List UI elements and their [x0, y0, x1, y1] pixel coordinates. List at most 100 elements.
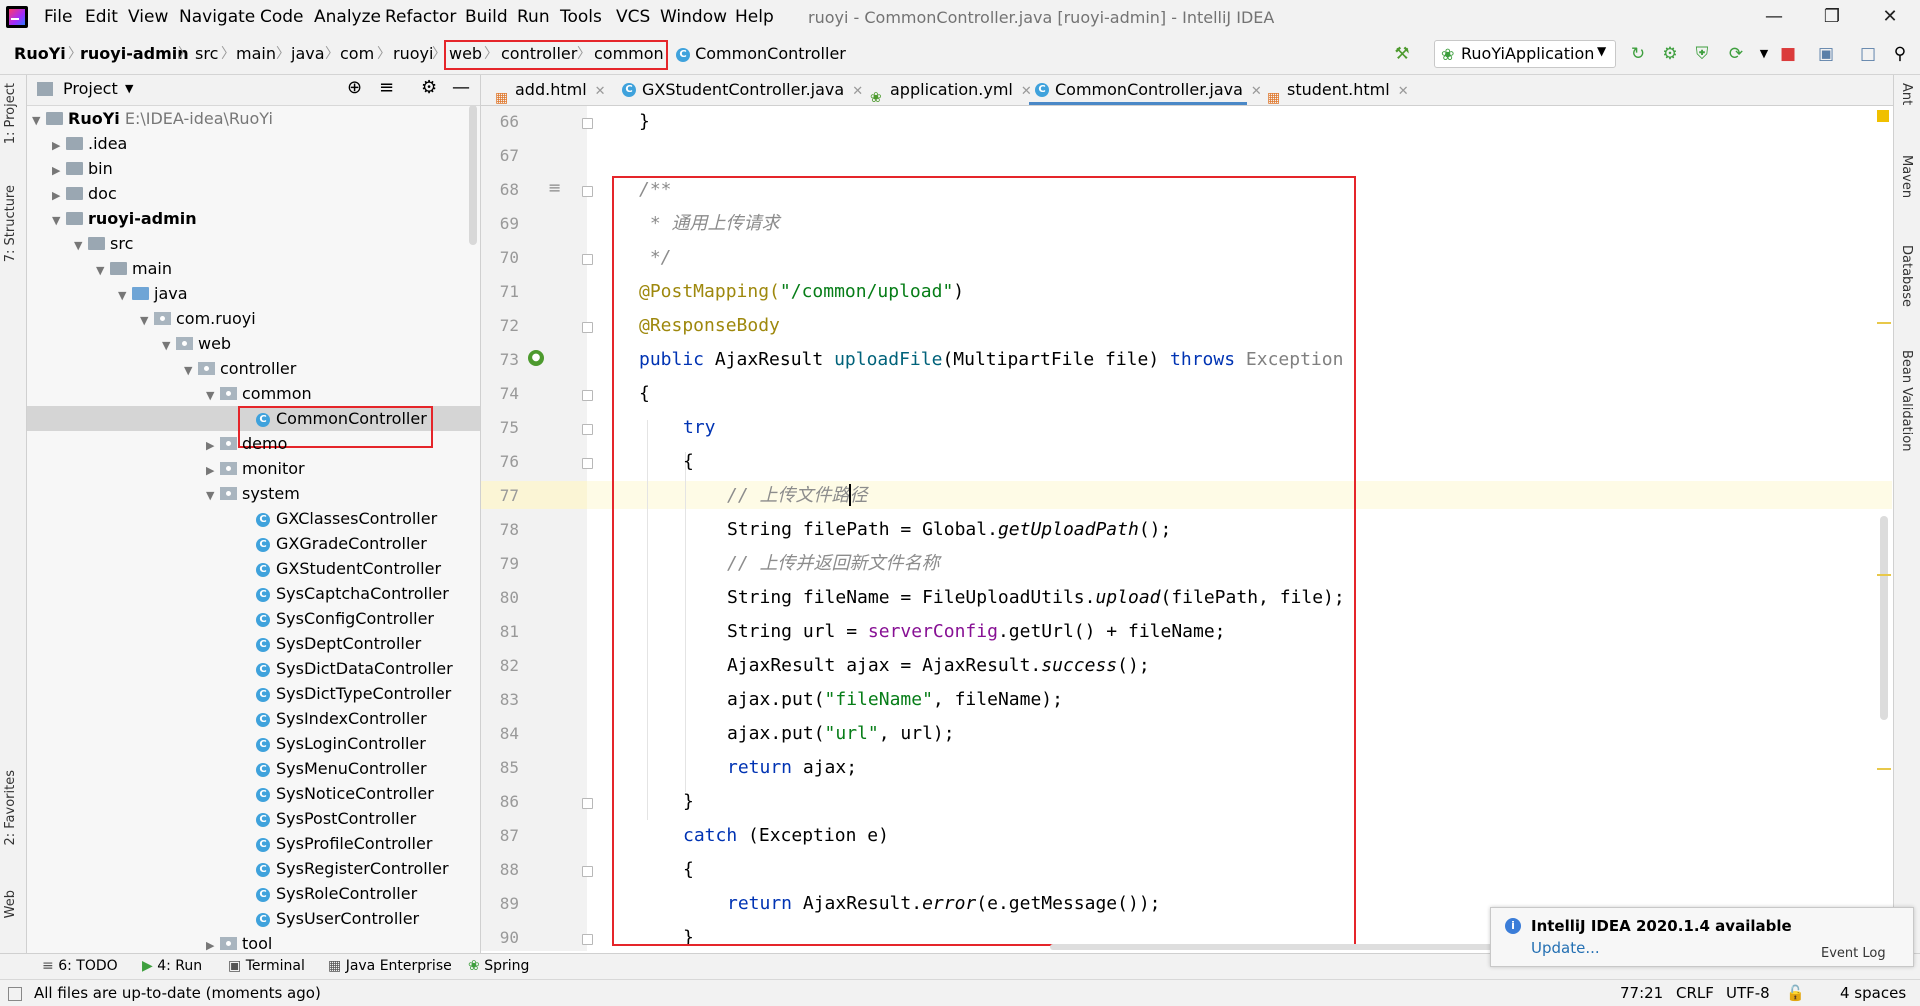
tree-node-class[interactable]: C SysDictDataController: [256, 656, 453, 681]
tree-node-class[interactable]: C SysRoleController: [256, 881, 417, 906]
line-separator[interactable]: CRLF: [1676, 984, 1714, 1002]
tree-node-bin[interactable]: ▶ bin: [52, 156, 113, 181]
chevron-down-icon[interactable]: ▼: [1754, 44, 1774, 64]
tool-tab-maven[interactable]: Maven: [1899, 155, 1914, 198]
minimize-icon[interactable]: —: [1754, 4, 1794, 30]
build-hammer-icon[interactable]: ⚒: [1392, 44, 1412, 64]
tree-node-class[interactable]: C SysUserController: [256, 906, 419, 931]
tree-node-class[interactable]: C SysPostController: [256, 806, 416, 831]
warning-indicator-icon[interactable]: [1877, 110, 1889, 122]
tool-tab-favorites[interactable]: 2: Favorites: [3, 770, 18, 846]
update-link[interactable]: Update...: [1531, 939, 1600, 957]
file-encoding[interactable]: UTF-8: [1726, 984, 1770, 1002]
close-tab-icon[interactable]: ✕: [595, 84, 606, 99]
tool-tab-java-enterprise[interactable]: ▦ Java Enterprise: [328, 958, 452, 974]
profile-icon[interactable]: ⟳: [1726, 44, 1746, 64]
fold-marker-icon[interactable]: [582, 458, 593, 469]
tree-node-class[interactable]: C SysCaptchaController: [256, 581, 449, 606]
close-tab-icon[interactable]: ✕: [852, 84, 863, 99]
tab-student-html[interactable]: ▦ student.html ✕: [1261, 75, 1409, 106]
lock-icon[interactable]: 🔓: [1786, 984, 1805, 1002]
menu-window[interactable]: Window: [660, 7, 727, 27]
fold-marker-icon[interactable]: [582, 424, 593, 435]
tree-node-ruoyi[interactable]: ▼ RuoYi E:\IDEA-idea\RuoYi: [32, 106, 273, 131]
tool-tab-terminal[interactable]: ▣ Terminal: [228, 958, 305, 974]
status-message[interactable]: All files are up-to-date (moments ago): [34, 984, 321, 1002]
tab-add-html[interactable]: ▦ add.html ✕: [489, 75, 606, 106]
project-structure-icon[interactable]: ▣: [1816, 44, 1836, 64]
fold-marker-icon[interactable]: [582, 322, 593, 333]
menu-navigate[interactable]: Navigate: [179, 7, 255, 27]
menu-help[interactable]: Help: [735, 7, 774, 27]
tool-tab-bean-validation[interactable]: Bean Validation: [1899, 350, 1914, 451]
collapse-all-icon[interactable]: ≡: [379, 77, 394, 98]
menu-file[interactable]: File: [44, 7, 72, 27]
breadcrumb-ruoyi-pkg[interactable]: ruoyi: [393, 44, 433, 63]
menu-refactor[interactable]: Refactor: [385, 7, 456, 27]
tree-node-controller[interactable]: ▼ controller: [184, 356, 296, 381]
editor-vertical-scrollbar[interactable]: [1880, 516, 1888, 720]
fold-marker-icon[interactable]: [582, 118, 593, 129]
menu-build[interactable]: Build: [465, 7, 508, 27]
search-icon[interactable]: ⚲: [1890, 44, 1910, 64]
run-configuration-select[interactable]: ❀ RuoYiApplication ▼: [1434, 40, 1616, 68]
fold-marker-icon[interactable]: [582, 254, 593, 265]
tool-tab-ant[interactable]: Ant: [1899, 83, 1914, 105]
toggle-window-icon[interactable]: □: [1858, 44, 1878, 64]
fold-marker-icon[interactable]: [582, 866, 593, 877]
tree-node-ruoyi-admin[interactable]: ▼ ruoyi-admin: [52, 206, 197, 231]
rerun-icon[interactable]: ↻: [1628, 44, 1648, 64]
tool-tab-structure[interactable]: 7: Structure: [3, 185, 18, 262]
error-stripe-mark[interactable]: [1877, 574, 1891, 576]
tree-node-com-ruoyi[interactable]: ▼ com.ruoyi: [140, 306, 256, 331]
tree-node-class[interactable]: C SysRegisterController: [256, 856, 449, 881]
code-line-66[interactable]: }: [639, 110, 650, 134]
restore-icon[interactable]: ❐: [1812, 4, 1852, 30]
status-toggle-icon[interactable]: [8, 987, 22, 1001]
tool-tab-project[interactable]: 1: Project: [3, 83, 18, 144]
breadcrumb-main[interactable]: main: [236, 44, 276, 63]
tree-node-class[interactable]: C GXClassesController: [256, 506, 437, 531]
tool-tab-todo[interactable]: ≡ 6: TODO: [42, 958, 118, 974]
tree-node-doc[interactable]: ▶ doc: [52, 181, 117, 206]
event-log-button[interactable]: Event Log: [1821, 946, 1886, 961]
breadcrumb-src[interactable]: src: [195, 44, 218, 63]
tree-node-system[interactable]: ▼ system: [206, 481, 300, 506]
tree-node-java[interactable]: ▼ java: [118, 281, 188, 306]
tree-node-class[interactable]: C SysLoginController: [256, 731, 426, 756]
tree-node-class[interactable]: C SysConfigController: [256, 606, 434, 631]
locate-icon[interactable]: ⊕: [347, 77, 362, 98]
close-icon[interactable]: ✕: [1870, 4, 1910, 30]
tree-node-class[interactable]: C SysMenuController: [256, 756, 427, 781]
menu-analyze[interactable]: Analyze: [314, 7, 381, 27]
breadcrumb-com[interactable]: com: [340, 44, 374, 63]
tree-node-monitor[interactable]: ▶ monitor: [206, 456, 305, 481]
tree-node-class[interactable]: C SysProfileController: [256, 831, 432, 856]
menu-edit[interactable]: Edit: [85, 7, 118, 27]
hide-panel-icon[interactable]: —: [452, 77, 470, 98]
tree-node-class[interactable]: C GXStudentController: [256, 556, 441, 581]
breadcrumb-ruoyi-admin[interactable]: ruoyi-admin: [80, 44, 189, 63]
tree-node-common[interactable]: ▼ common: [206, 381, 312, 406]
project-panel-title[interactable]: Project: [63, 79, 118, 98]
gear-icon[interactable]: ⚙: [421, 77, 437, 98]
tree-node-web[interactable]: ▼ web: [162, 331, 231, 356]
tool-tab-spring[interactable]: ❀ Spring: [468, 958, 529, 974]
chevron-down-icon[interactable]: ▼: [125, 82, 133, 95]
tree-node-class[interactable]: C SysNoticeController: [256, 781, 434, 806]
breadcrumb-commoncontroller[interactable]: C CommonController: [676, 44, 846, 63]
tree-node-class[interactable]: C GXGradeController: [256, 531, 427, 556]
indent-setting[interactable]: 4 spaces: [1840, 984, 1906, 1002]
tab-gxstudentcontroller[interactable]: C GXStudentController.java ✕: [616, 75, 863, 105]
tab-application-yml[interactable]: ❀ application.yml ✕: [864, 75, 1032, 106]
fold-marker-icon[interactable]: [582, 798, 593, 809]
fold-marker-icon[interactable]: [582, 186, 593, 197]
tree-scrollbar[interactable]: [469, 105, 477, 245]
menu-view[interactable]: View: [128, 7, 168, 27]
doc-render-icon[interactable]: ≡: [548, 178, 561, 197]
spring-mapping-icon[interactable]: ●: [528, 350, 544, 366]
tree-node-main[interactable]: ▼ main: [96, 256, 172, 281]
menu-tools[interactable]: Tools: [560, 7, 602, 27]
tree-node-class[interactable]: C SysIndexController: [256, 706, 427, 731]
tree-node-src[interactable]: ▼ src: [74, 231, 133, 256]
